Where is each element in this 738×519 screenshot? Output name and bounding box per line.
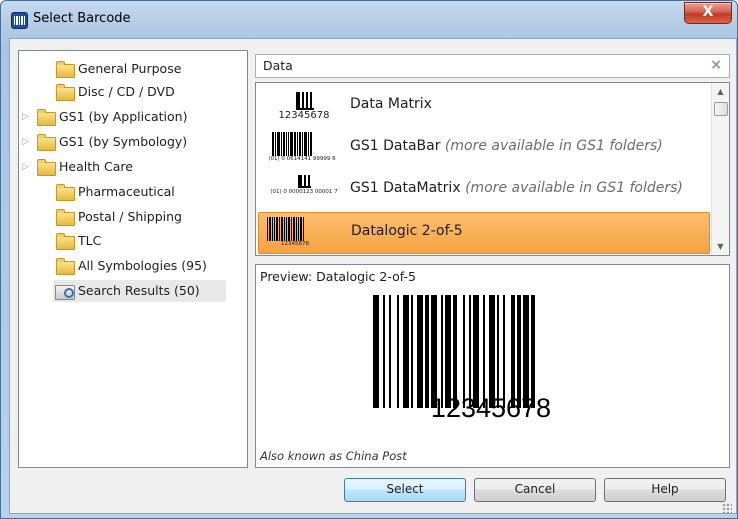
- gs1-datamatrix-thumbnail-icon: (01) 0 0000123 00001 7: [262, 174, 342, 206]
- result-name: Datalogic 2-of-5: [351, 223, 463, 239]
- result-item-gs1-databar[interactable]: (01) 0 0614141 99999 6 GS1 DataBar (more…: [258, 128, 708, 168]
- result-title: GS1 DataMatrix: [350, 180, 461, 196]
- expand-arrow-icon[interactable]: ▷: [22, 131, 32, 153]
- barcode-bars-icon: [272, 132, 312, 156]
- result-note: (more available in GS1 folders): [465, 180, 683, 196]
- tree-item-label: All Symbologies (95): [78, 258, 207, 273]
- results-scrollbar[interactable]: ▲ ▼: [711, 83, 729, 255]
- expand-arrow-icon[interactable]: ▷: [22, 106, 32, 128]
- folder-icon: [56, 61, 75, 78]
- search-folder-icon: [55, 285, 75, 300]
- folder-icon: [56, 258, 75, 275]
- preview-label: Preview: Datalogic 2-of-5: [260, 269, 416, 284]
- result-note: (more available in GS1 folders): [444, 138, 663, 154]
- folder-icon: [37, 134, 56, 151]
- folder-icon: [56, 233, 75, 250]
- close-button[interactable]: X: [684, 2, 732, 24]
- scroll-up-arrow-icon[interactable]: ▲: [712, 83, 729, 100]
- title-bar[interactable]: Select Barcode X: [1, 1, 737, 39]
- data-matrix-thumbnail-icon: 12345678: [262, 90, 342, 122]
- select-button[interactable]: Select: [344, 478, 466, 502]
- result-name: GS1 DataBar (more available in GS1 folde…: [350, 138, 663, 154]
- folder-icon: [56, 209, 75, 226]
- tree-item-label: Pharmaceutical: [78, 184, 175, 199]
- datalogic-thumbnail-icon: 12345678: [263, 217, 343, 249]
- data-matrix-symbol-icon: [298, 175, 311, 188]
- expand-arrow-icon[interactable]: ▷: [22, 156, 32, 178]
- result-item-data-matrix[interactable]: 12345678 Data Matrix: [258, 86, 708, 126]
- tree-item-label: GS1 (by Symbology): [59, 134, 188, 149]
- tree-item-label: Health Care: [59, 159, 133, 174]
- search-value: Data: [263, 58, 293, 73]
- folder-icon: [37, 109, 56, 126]
- thumbnail-caption: 12345678: [281, 241, 309, 247]
- window-title: Select Barcode: [33, 11, 131, 26]
- folder-icon: [56, 184, 75, 201]
- folder-icon: [37, 159, 56, 176]
- folder-icon: [56, 84, 75, 101]
- preview-barcode-digits: 12345678: [430, 393, 552, 423]
- gs1-databar-thumbnail-icon: (01) 0 0614141 99999 6: [262, 132, 342, 164]
- data-matrix-symbol-icon: [296, 92, 314, 110]
- barcode-bars-icon: [267, 217, 304, 241]
- thumbnail-caption: (01) 0 0614141 99999 6: [268, 156, 336, 162]
- result-item-gs1-datamatrix[interactable]: (01) 0 0000123 00001 7 GS1 DataMatrix (m…: [258, 170, 708, 210]
- preview-also-known-as: Also known as China Post: [260, 449, 407, 463]
- result-name: GS1 DataMatrix (more available in GS1 fo…: [350, 180, 683, 196]
- tree-item-label: GS1 (by Application): [59, 109, 188, 124]
- barcode-results-list[interactable]: 12345678 Data Matrix (01) 0 0614141 9999…: [255, 82, 730, 256]
- clear-search-icon[interactable]: ×: [710, 57, 722, 73]
- tree-item-label: Disc / CD / DVD: [78, 84, 175, 99]
- tree-item-search-results[interactable]: Search Results (50): [53, 280, 226, 302]
- search-input[interactable]: Data ×: [255, 54, 730, 78]
- barcode-app-icon: [11, 12, 28, 29]
- barcode-space: [535, 295, 537, 408]
- help-button[interactable]: Help: [604, 478, 726, 502]
- preview-barcode-image: [373, 295, 608, 408]
- result-title: GS1 DataBar: [350, 138, 441, 154]
- tree-item-label: TLC: [78, 233, 102, 248]
- cancel-button[interactable]: Cancel: [474, 478, 596, 502]
- result-name: Data Matrix: [350, 96, 432, 112]
- tree-item-label: Search Results (50): [78, 283, 200, 298]
- result-item-datalogic-2-of-5[interactable]: 12345678 Datalogic 2-of-5: [258, 212, 710, 254]
- category-tree[interactable]: General Purpose Disc / CD / DVD ▷ GS1 (b…: [18, 50, 248, 468]
- thumbnail-caption: (01) 0 0000123 00001 7: [270, 189, 338, 195]
- tree-item-label: General Purpose: [78, 61, 182, 76]
- resize-grip-icon[interactable]: [722, 503, 732, 513]
- barcode-preview-panel: Preview: Datalogic 2-of-5 12345678 Also …: [255, 264, 730, 468]
- scroll-down-arrow-icon[interactable]: ▼: [712, 238, 729, 255]
- scroll-thumb[interactable]: [714, 102, 728, 116]
- tree-item-label: Postal / Shipping: [78, 209, 182, 224]
- thumbnail-caption: 12345678: [278, 110, 330, 121]
